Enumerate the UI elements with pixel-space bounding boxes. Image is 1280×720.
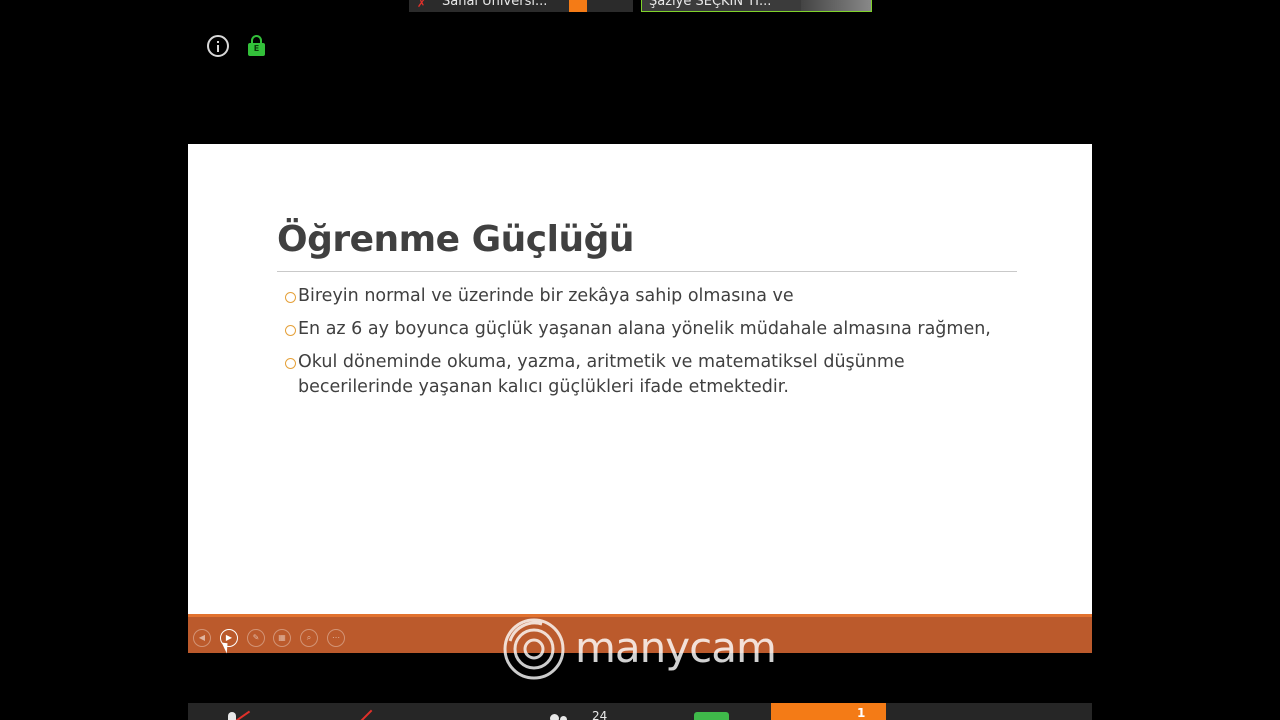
bullet-circle-icon <box>285 358 296 369</box>
lock-icon[interactable]: E <box>248 35 265 57</box>
participants-button[interactable]: 24 <box>550 709 620 720</box>
participant-count: 24 <box>592 709 608 720</box>
slide-bullet: Bireyin normal ve üzerinde bir zekâya sa… <box>285 284 1025 309</box>
mic-muted-icon: ✗ <box>417 0 427 10</box>
participant-name: Şaziye SEÇKİN Tİ... <box>649 0 772 9</box>
participant-thumbnail-1[interactable]: ✗ Sanal Üniversi... <box>409 0 633 12</box>
manycam-logo-icon <box>503 618 565 680</box>
microphone-button[interactable] <box>228 710 251 720</box>
people-icon <box>550 714 559 720</box>
zoom-button[interactable]: ⌕ <box>300 629 318 647</box>
camera-off-slash-icon <box>359 709 373 720</box>
participant-accent <box>569 0 587 12</box>
previous-slide-button[interactable]: ◀ <box>193 629 211 647</box>
bullet-circle-icon <box>285 325 296 336</box>
meeting-control-bar: 24 1 <box>188 703 1092 720</box>
slide-bullet: Okul döneminde okuma, yazma, aritmetik v… <box>285 350 1025 400</box>
bullet-text: En az 6 ay boyunca güçlük yaşanan alana … <box>298 319 991 339</box>
watermark-text: manycam <box>575 623 777 672</box>
info-icon[interactable] <box>207 35 229 57</box>
slide-title: Öğrenme Güçlüğü <box>277 219 635 260</box>
ellipsis-icon: ⋯ <box>332 633 340 642</box>
grid-icon: ▦ <box>278 633 286 642</box>
chat-button[interactable] <box>694 712 729 720</box>
arrow-left-icon: ◀ <box>198 633 206 642</box>
title-divider <box>277 271 1017 272</box>
bullet-text: Bireyin normal ve üzerinde bir zekâya sa… <box>298 286 794 306</box>
participant-name: Sanal Üniversi... <box>442 0 548 9</box>
participant-video <box>801 0 871 11</box>
see-all-slides-button[interactable]: ▦ <box>273 629 291 647</box>
presentation-slide: Öğrenme Güçlüğü Bireyin normal ve üzerin… <box>188 144 1092 614</box>
share-screen-button[interactable]: 1 <box>771 703 886 720</box>
more-options-button[interactable]: ⋯ <box>327 629 345 647</box>
magnifier-icon: ⌕ <box>306 633 312 642</box>
share-count: 1 <box>857 706 866 720</box>
slide-bullet: En az 6 ay boyunca güçlük yaşanan alana … <box>285 317 1025 342</box>
slide-bullet-list: Bireyin normal ve üzerinde bir zekâya sa… <box>285 284 1025 408</box>
pen-tool-button[interactable]: ✎ <box>247 629 265 647</box>
bullet-circle-icon <box>285 292 296 303</box>
muted-slash-icon <box>235 710 251 720</box>
bullet-text: Okul döneminde okuma, yazma, aritmetik v… <box>298 352 905 397</box>
pen-icon: ✎ <box>252 633 260 642</box>
microphone-icon <box>228 712 236 720</box>
participant-thumbnail-2[interactable]: Şaziye SEÇKİN Tİ... <box>641 0 872 12</box>
camera-button[interactable] <box>358 709 378 720</box>
lock-letter: E <box>253 44 260 53</box>
people-icon-secondary <box>560 716 567 720</box>
